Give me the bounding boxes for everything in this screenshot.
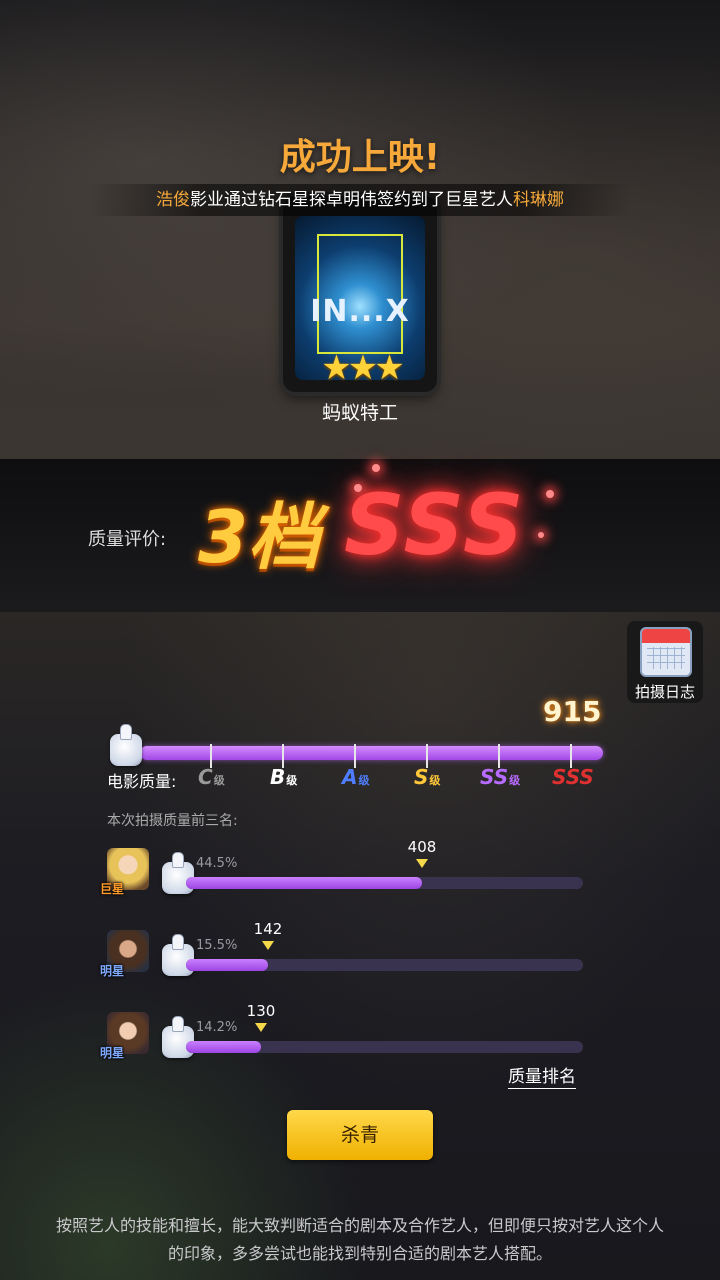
company-name: 浩俊 bbox=[156, 190, 190, 210]
movie-name: 蚂蚁特工 bbox=[321, 402, 398, 424]
contribution-percent: 14.2% bbox=[196, 1020, 238, 1035]
value-marker-icon bbox=[262, 941, 274, 950]
contribution-fill bbox=[186, 1041, 261, 1053]
artist-name: 科琳娜 bbox=[513, 190, 564, 210]
contribution-percent: 44.5% bbox=[196, 856, 238, 871]
contribution-value: 408 bbox=[407, 838, 437, 856]
release-message-text: 影业通过钻石星探卓明伟签约到了巨星艺人 bbox=[190, 190, 513, 210]
movie-card: IN...X ★★★ bbox=[283, 196, 437, 392]
grade-b: B级 bbox=[270, 765, 297, 789]
grade-suffix: 级 bbox=[358, 774, 370, 787]
quality-tier: 3档 bbox=[198, 495, 321, 579]
thumbs-up-icon bbox=[110, 724, 142, 766]
grade-c: C级 bbox=[198, 765, 225, 789]
sparkle bbox=[538, 532, 544, 538]
grade-ss: SS级 bbox=[480, 765, 520, 789]
film-quality-label: 电影质量: bbox=[107, 772, 177, 791]
grade-letter: C bbox=[198, 765, 213, 789]
shooting-log-label: 拍摄日志 bbox=[634, 683, 695, 701]
top3-title: 本次拍摄质量前三名: bbox=[107, 813, 238, 829]
grade-letter: B bbox=[270, 765, 286, 789]
release-title: 成功上映! bbox=[279, 137, 441, 178]
value-marker-icon bbox=[255, 1023, 267, 1032]
artist-rank-tag: 巨星 bbox=[100, 882, 125, 896]
hint-text: 按照艺人的技能和擅长，能大致判断适合的剧本及合作艺人，但即便只按对艺人这个人的印… bbox=[55, 1216, 664, 1263]
wrap-up-button[interactable]: 杀青 bbox=[287, 1110, 433, 1160]
quality-score: 915 bbox=[543, 695, 602, 728]
grade-letter: SS bbox=[480, 765, 509, 789]
contribution-value: 142 bbox=[253, 920, 283, 938]
grade-s: S级 bbox=[414, 765, 440, 789]
contribution-fill bbox=[186, 877, 422, 889]
grade-suffix: 级 bbox=[213, 774, 225, 787]
sparkle bbox=[546, 490, 554, 498]
star-rating: ★★★ bbox=[321, 348, 404, 388]
grade-letter: SSS bbox=[552, 765, 594, 789]
grade-a: A级 bbox=[342, 765, 369, 789]
grade-letter: S bbox=[414, 765, 429, 789]
grade-letter: A bbox=[342, 765, 358, 789]
grade-suffix: 级 bbox=[509, 774, 521, 787]
calendar-icon bbox=[640, 627, 692, 677]
quality-grade: SSS bbox=[344, 476, 526, 574]
sparkle bbox=[372, 464, 380, 472]
quality-label: 质量评价: bbox=[88, 529, 167, 550]
sparkle bbox=[354, 484, 362, 492]
artist-rank-tag: 明星 bbox=[100, 1046, 125, 1060]
contribution-value: 130 bbox=[246, 1002, 276, 1020]
release-message: 浩俊影业通过钻石星探卓明伟签约到了巨星艺人科琳娜 bbox=[90, 184, 630, 216]
contribution-percent: 15.5% bbox=[196, 938, 238, 953]
grade-sss: SSS bbox=[552, 765, 595, 789]
poster-title: IN...X bbox=[310, 294, 410, 329]
shooting-log-button[interactable]: 拍摄日志 bbox=[627, 621, 703, 703]
grade-suffix: 级 bbox=[429, 774, 441, 787]
value-marker-icon bbox=[416, 859, 428, 868]
artist-rank-tag: 明星 bbox=[100, 964, 125, 978]
contribution-fill bbox=[186, 959, 268, 971]
grade-suffix: 级 bbox=[286, 774, 298, 787]
quality-ranking-link[interactable]: 质量排名 bbox=[508, 1062, 576, 1089]
